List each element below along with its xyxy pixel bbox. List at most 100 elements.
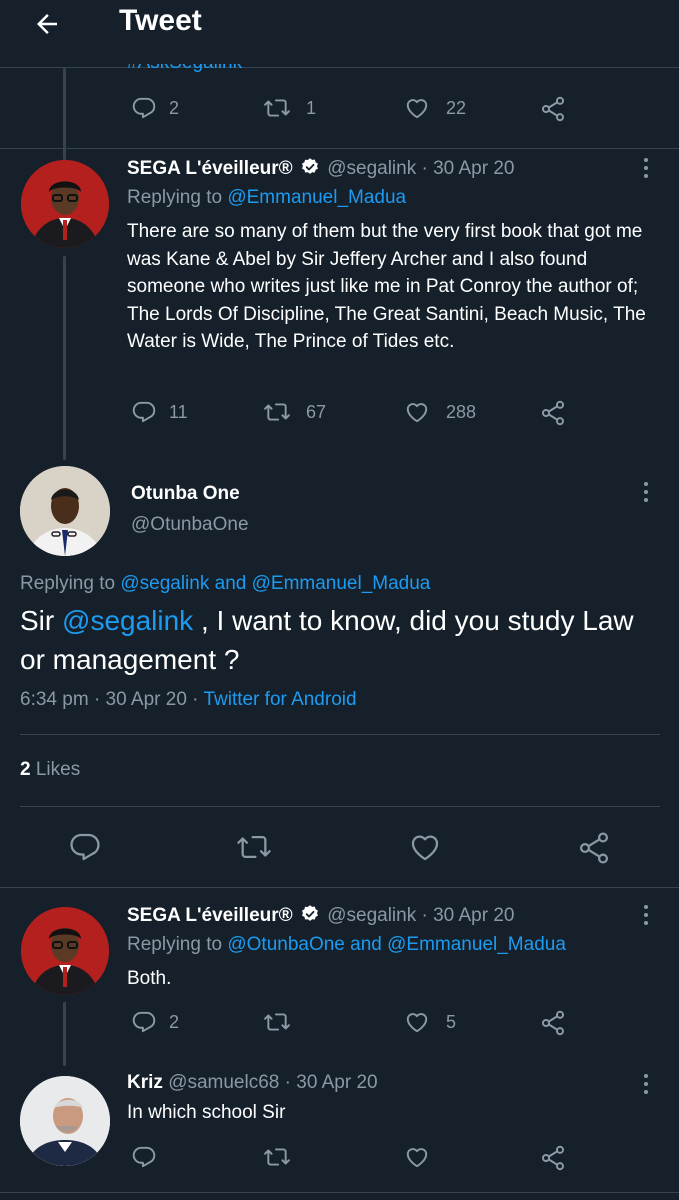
tweet-meta: 6:34 pm · 30 Apr 20 · Twitter for Androi… [20, 689, 357, 711]
retweet-button[interactable] [262, 1009, 292, 1035]
like-button[interactable]: 5 [403, 1009, 456, 1035]
tweet-date: · 30 Apr 20 · [93, 689, 199, 710]
retweet-button[interactable] [235, 830, 273, 864]
display-name[interactable]: Otunba One [131, 483, 240, 505]
tweet-source[interactable]: Twitter for Android [203, 689, 356, 710]
like-count: 5 [446, 1011, 457, 1032]
display-name[interactable]: Kriz [127, 1072, 163, 1093]
mention-link[interactable]: @OtunbaOne and @Emmanuel_Madua [227, 934, 566, 955]
share-icon [539, 1144, 567, 1172]
mention-link[interactable]: @segalink [62, 605, 193, 636]
mention-link[interactable]: @segalink [120, 573, 209, 594]
more-icon[interactable] [642, 158, 650, 178]
tweet-header: SEGA L'éveilleur® @segalink · 30 Apr 20 [127, 904, 514, 927]
like-count: 22 [446, 97, 467, 118]
more-icon[interactable] [642, 482, 650, 502]
like-button[interactable] [407, 830, 443, 864]
tweet-text: Both. [127, 968, 172, 989]
tweet-date[interactable]: · 30 Apr 20 [422, 905, 515, 926]
header-divider [0, 67, 679, 68]
handle[interactable]: @OtunbaOne [131, 514, 249, 536]
display-name[interactable]: SEGA L'éveilleur® [127, 905, 293, 926]
tweet-time: 6:34 pm [20, 689, 89, 710]
retweet-button[interactable] [262, 1144, 292, 1170]
reply-button[interactable] [131, 1144, 157, 1170]
retweet-icon [235, 830, 273, 864]
avatar[interactable] [21, 160, 109, 248]
retweet-button[interactable]: 67 [262, 399, 326, 425]
share-icon [576, 830, 612, 866]
retweet-icon [262, 95, 292, 121]
share-button[interactable] [539, 95, 567, 123]
likes-stat[interactable]: 2 Likes [20, 759, 80, 781]
share-icon [539, 399, 567, 427]
like-icon [403, 95, 431, 121]
reply-icon [131, 1009, 157, 1035]
like-icon [407, 830, 443, 864]
reply1-actions: 11 67 288 [0, 398, 679, 430]
handle[interactable]: @samuelc68 [168, 1072, 279, 1093]
tweet-text: There are so many of them but the very f… [127, 221, 646, 352]
reply2-actions: 2 5 [0, 1008, 679, 1040]
avatar[interactable] [20, 466, 110, 556]
tweet-date[interactable]: · 30 Apr 20 [285, 1072, 378, 1093]
mention-link[interactable]: @Emmanuel_Madua [252, 573, 431, 594]
reply-button[interactable]: 2 [131, 1009, 179, 1035]
stats-divider [20, 806, 660, 807]
mention-link[interactable]: @Emmanuel_Madua [227, 187, 406, 208]
share-button[interactable] [576, 830, 612, 866]
reply-count: 11 [169, 401, 188, 422]
retweet-count: 1 [306, 97, 317, 118]
main-tweet-actions [0, 828, 679, 868]
retweet-count: 67 [306, 401, 327, 422]
reply-button[interactable]: 2 [131, 95, 179, 121]
main-tweet-text: Sir @segalink , I want to know, did you … [20, 601, 650, 679]
avatar[interactable] [21, 907, 109, 995]
share-button[interactable] [539, 1009, 567, 1037]
reply-icon [131, 1144, 157, 1170]
verified-icon [300, 904, 320, 924]
likes-label: Likes [35, 759, 81, 780]
share-icon [539, 95, 567, 123]
likes-count: 2 [20, 759, 31, 780]
retweet-icon [262, 399, 292, 425]
retweet-button[interactable]: 1 [262, 95, 316, 121]
like-count: 288 [446, 401, 477, 422]
reply-count: 2 [169, 97, 180, 118]
handle[interactable]: @segalink [327, 905, 416, 926]
like-icon [403, 1144, 431, 1170]
more-icon[interactable] [642, 905, 650, 925]
tweet-divider [0, 148, 679, 149]
more-icon[interactable] [642, 1074, 650, 1094]
reply-icon [68, 830, 102, 864]
like-button[interactable]: 288 [403, 399, 476, 425]
page-title: Tweet [119, 4, 202, 37]
like-icon [403, 1009, 431, 1035]
handle[interactable]: @segalink [327, 158, 416, 179]
like-icon [403, 399, 431, 425]
retweet-icon [262, 1009, 292, 1035]
tweet-header: SEGA L'éveilleur® @segalink · 30 Apr 20 [127, 157, 514, 180]
replying-to: Replying to @OtunbaOne and @Emmanuel_Mad… [127, 934, 566, 956]
replying-label: Replying to [127, 187, 223, 208]
verified-icon [300, 157, 320, 177]
reply-button[interactable] [68, 830, 102, 864]
replying-label: Replying to [127, 934, 223, 955]
replying-and: and [214, 573, 247, 594]
tweet-text-prefix: Sir [20, 605, 55, 636]
reply-count: 2 [169, 1011, 180, 1032]
replying-to: Replying to @Emmanuel_Madua [127, 187, 406, 209]
share-icon [539, 1009, 567, 1037]
like-button[interactable] [403, 1144, 431, 1170]
bottom-divider [0, 1192, 679, 1193]
like-button[interactable]: 22 [403, 95, 466, 121]
share-button[interactable] [539, 399, 567, 427]
share-button[interactable] [539, 1144, 567, 1172]
replying-label: Replying to [20, 573, 116, 594]
reply-button[interactable]: 11 [131, 399, 188, 425]
display-name[interactable]: SEGA L'éveilleur® [127, 158, 293, 179]
tweet-date[interactable]: · 30 Apr 20 [422, 158, 515, 179]
meta-divider [20, 734, 660, 735]
back-arrow-icon[interactable] [32, 9, 62, 39]
reply3-actions [0, 1143, 679, 1175]
